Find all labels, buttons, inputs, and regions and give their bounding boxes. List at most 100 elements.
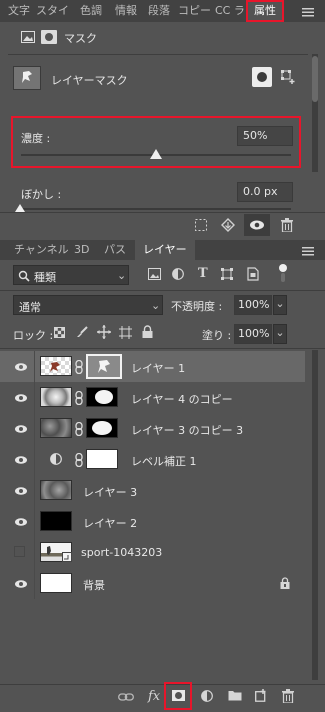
lock-artboard-icon[interactable] — [119, 326, 132, 339]
layer-mask-thumbnail[interactable] — [86, 449, 118, 469]
lock-transparent-icon[interactable] — [54, 327, 65, 338]
visibility-eye-icon[interactable] — [13, 576, 29, 592]
select-mask-icon[interactable] — [252, 67, 272, 87]
visibility-eye-icon[interactable] — [13, 483, 29, 499]
add-layer-mask-icon[interactable] — [172, 690, 185, 701]
layer-thumbnail[interactable] — [40, 511, 72, 531]
new-group-folder-icon[interactable] — [228, 690, 242, 701]
layer-thumbnail[interactable] — [40, 387, 72, 407]
layer-name[interactable]: レイヤー 4 のコピー — [131, 391, 233, 407]
layer-mask-mode-icon[interactable] — [41, 30, 57, 44]
properties-title: マスク — [64, 32, 97, 45]
mask-link-chain-icon[interactable] — [74, 421, 84, 437]
fill-chevron-icon[interactable]: ⌄ — [273, 324, 287, 344]
layer-name[interactable]: sport-1043203 — [81, 546, 162, 559]
tab-paragraph[interactable]: 段落 — [148, 0, 170, 22]
visibility-eye-icon[interactable] — [13, 514, 29, 530]
layer-thumbnail[interactable] — [40, 480, 72, 500]
filter-toggle-switch[interactable] — [279, 264, 287, 284]
opacity-field[interactable]: 100% — [234, 295, 272, 315]
mask-visibility-button[interactable] — [244, 214, 270, 236]
filter-shape-icon[interactable] — [221, 268, 233, 280]
tab-character[interactable]: 文字 — [8, 0, 30, 22]
filter-pixel-icon[interactable] — [148, 268, 161, 280]
divider — [34, 444, 35, 475]
layer-row[interactable]: レイヤー 2 — [0, 506, 325, 537]
tab-clone[interactable]: コピー — [178, 0, 211, 22]
layer-name[interactable]: レイヤー 3 のコピー 3 — [131, 422, 243, 438]
feather-field[interactable]: 0.0 px — [237, 182, 293, 202]
lock-position-icon[interactable] — [97, 325, 111, 339]
layer-row[interactable]: sport-1043203 — [0, 537, 325, 568]
lock-all-icon[interactable] — [142, 325, 153, 338]
fx-icon[interactable]: fx — [148, 689, 160, 704]
pixel-mask-icon[interactable] — [21, 31, 35, 43]
properties-scrollbar[interactable] — [312, 54, 318, 172]
layer-name[interactable]: レイヤー 1 — [131, 360, 185, 376]
lock-icon — [280, 577, 290, 589]
lock-label: ロック : — [13, 329, 54, 342]
mask-link-chain-icon[interactable] — [74, 359, 84, 375]
filter-smart-object-icon[interactable] — [247, 267, 259, 281]
new-adjustment-layer-icon[interactable] — [201, 690, 213, 702]
tab-adjustments[interactable]: 色調 — [80, 0, 102, 22]
delete-mask-icon[interactable] — [281, 218, 293, 233]
mask-link-chain-icon[interactable] — [74, 452, 84, 468]
layer-mask-thumbnail[interactable] — [86, 418, 118, 438]
filter-kind-label: 種類 — [34, 271, 56, 284]
layer-name[interactable]: レイヤー 2 — [83, 515, 137, 531]
layer-row[interactable]: レベル補正 1 — [0, 444, 325, 475]
visibility-eye-icon[interactable] — [13, 359, 29, 375]
layers-scrollbar[interactable] — [312, 350, 318, 680]
layer-mask-thumbnail[interactable] — [86, 387, 118, 407]
mask-link-chain-icon[interactable] — [74, 390, 84, 406]
fill-label: 塗り : — [202, 329, 232, 342]
link-layers-icon[interactable] — [118, 692, 134, 702]
layers-menu-icon[interactable] — [302, 246, 314, 256]
apply-mask-icon[interactable] — [221, 218, 235, 232]
layer-thumbnail[interactable] — [40, 356, 72, 376]
feather-slider-knob[interactable] — [15, 204, 25, 212]
vector-mask-add-icon[interactable] — [281, 70, 295, 84]
filter-type-icon[interactable]: T — [198, 266, 208, 281]
density-slider-knob[interactable] — [150, 149, 162, 159]
layer-name[interactable]: レイヤー 3 — [83, 484, 137, 500]
tab-channels[interactable]: チャンネル — [14, 240, 69, 260]
tab-cc-libraries[interactable]: CC ラ — [215, 0, 245, 22]
tab-3d[interactable]: 3D — [74, 240, 89, 260]
tab-layers[interactable]: レイヤー — [135, 240, 195, 260]
visibility-eye-icon[interactable] — [13, 390, 29, 406]
visibility-toggle-empty[interactable] — [14, 546, 25, 557]
layer-name[interactable]: レベル補正 1 — [131, 453, 197, 469]
layer-row[interactable]: レイヤー 3 のコピー 3 — [0, 413, 325, 444]
divider — [34, 351, 35, 382]
adjustment-layer-icon[interactable] — [50, 453, 62, 465]
tab-info[interactable]: 情報 — [115, 0, 137, 22]
layer-row[interactable]: レイヤー 3 — [0, 475, 325, 506]
layer-row[interactable]: レイヤー 1 — [0, 351, 305, 382]
density-field[interactable]: 50% — [237, 126, 293, 146]
blend-mode-dropdown[interactable]: 通常 ⌄ — [13, 295, 163, 315]
layer-name[interactable]: 背景 — [83, 577, 105, 593]
lock-brush-icon[interactable] — [76, 326, 88, 338]
tab-styles[interactable]: スタイ — [36, 0, 69, 22]
fill-field[interactable]: 100% — [234, 324, 272, 344]
layer-mask-thumbnail[interactable] — [86, 354, 122, 379]
divider — [0, 348, 325, 349]
visibility-eye-icon[interactable] — [13, 421, 29, 437]
new-layer-icon[interactable] — [255, 689, 267, 702]
layer-filter-dropdown[interactable]: 種類 ⌄ — [13, 265, 129, 285]
load-selection-icon[interactable] — [195, 219, 207, 231]
tab-properties[interactable]: 属性 — [246, 0, 284, 22]
layer-thumbnail[interactable] — [40, 418, 72, 438]
layer-thumbnail[interactable] — [40, 573, 72, 593]
layer-row[interactable]: レイヤー 4 のコピー — [0, 382, 325, 413]
filter-adjustment-icon[interactable] — [172, 268, 184, 280]
panel-menu-icon[interactable] — [302, 7, 314, 17]
visibility-eye-icon[interactable] — [13, 452, 29, 468]
tab-paths[interactable]: パス — [104, 240, 126, 260]
delete-layer-icon[interactable] — [282, 689, 294, 704]
feather-slider-track[interactable] — [21, 208, 291, 210]
opacity-chevron-icon[interactable]: ⌄ — [273, 295, 287, 315]
layer-row[interactable]: 背景 — [0, 568, 325, 599]
